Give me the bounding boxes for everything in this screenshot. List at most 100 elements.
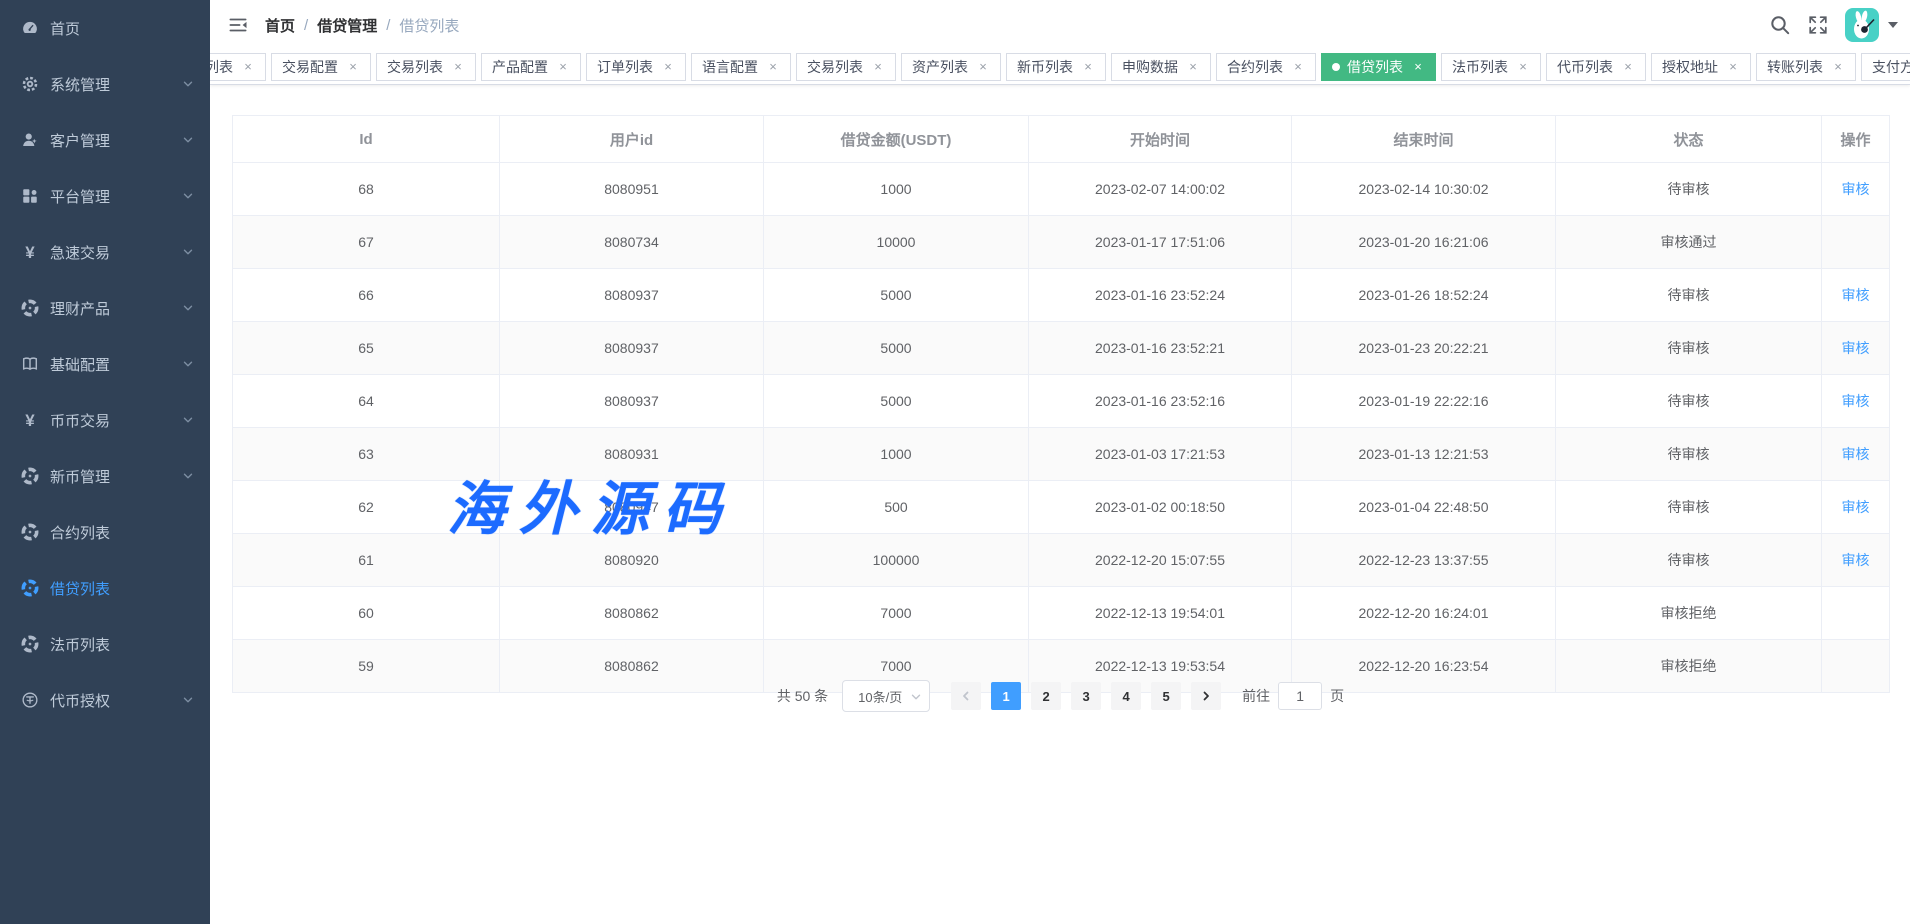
avatar[interactable] (1845, 8, 1879, 42)
page-button-2[interactable]: 2 (1031, 682, 1061, 710)
close-icon[interactable]: × (661, 60, 675, 74)
hamburger-icon[interactable] (228, 15, 248, 35)
breadcrumb-item-1[interactable]: 借贷管理 (317, 15, 377, 36)
yen-icon: ¥ (20, 242, 40, 262)
chevron-down-icon (182, 414, 194, 426)
page-button-4[interactable]: 4 (1111, 682, 1141, 710)
close-icon[interactable]: × (1411, 60, 1425, 74)
tab-0[interactable]: 单列表× (210, 53, 266, 81)
jump-page-input[interactable] (1278, 682, 1322, 710)
review-link[interactable]: 审核 (1842, 499, 1870, 515)
sidebar-item-8[interactable]: 新币管理 (0, 448, 210, 504)
review-link[interactable]: 审核 (1842, 552, 1870, 568)
close-icon[interactable]: × (1831, 60, 1845, 74)
breadcrumb-separator: / (304, 17, 308, 34)
review-link[interactable]: 审核 (1842, 181, 1870, 197)
page-size-select[interactable]: 10条/页 (842, 680, 930, 712)
tab-11[interactable]: 借贷列表 × (1321, 53, 1436, 81)
page-button-3[interactable]: 3 (1071, 682, 1101, 710)
cell-user_id: 8080937 (500, 322, 764, 375)
cell-start_time: 2023-01-17 17:51:06 (1029, 216, 1292, 269)
sidebar-item-9[interactable]: 合约列表 (0, 504, 210, 560)
tab-9[interactable]: 申购数据× (1111, 53, 1211, 81)
close-icon[interactable]: × (556, 60, 570, 74)
tab-label: 产品配置 (492, 57, 548, 77)
cell-start_time: 2023-02-07 14:00:02 (1029, 163, 1292, 216)
tab-14[interactable]: 授权地址× (1651, 53, 1751, 81)
close-icon[interactable]: × (1186, 60, 1200, 74)
tab-10[interactable]: 合约列表× (1216, 53, 1316, 81)
dashboard-icon (20, 18, 40, 38)
chevron-down-icon (182, 358, 194, 370)
review-link[interactable]: 审核 (1842, 446, 1870, 462)
close-icon[interactable]: × (766, 60, 780, 74)
close-icon[interactable]: × (241, 60, 255, 74)
cell-end_time: 2023-01-23 20:22:21 (1292, 322, 1556, 375)
tab-4[interactable]: 订单列表× (586, 53, 686, 81)
cell-amount: 5000 (764, 269, 1029, 322)
sidebar-item-2[interactable]: 客户管理 (0, 112, 210, 168)
tab-1[interactable]: 交易配置× (271, 53, 371, 81)
tab-15[interactable]: 转账列表× (1756, 53, 1856, 81)
fullscreen-icon[interactable] (1807, 14, 1829, 36)
sidebar-item-label: 客户管理 (50, 130, 110, 151)
tab-12[interactable]: 法币列表× (1441, 53, 1541, 81)
page-jump: 前往 页 (1242, 682, 1344, 710)
sidebar-item-5[interactable]: 理财产品 (0, 280, 210, 336)
sidebar-item-12[interactable]: 代币授权 (0, 672, 210, 728)
close-icon[interactable]: × (871, 60, 885, 74)
tab-label: 交易列表 (807, 57, 863, 77)
close-icon[interactable]: × (976, 60, 990, 74)
sidebar-item-7[interactable]: ¥币币交易 (0, 392, 210, 448)
sidebar-item-4[interactable]: ¥急速交易 (0, 224, 210, 280)
tab-5[interactable]: 语言配置× (691, 53, 791, 81)
close-icon[interactable]: × (346, 60, 360, 74)
caret-down-icon[interactable] (1888, 22, 1898, 28)
close-icon[interactable]: × (1516, 60, 1530, 74)
close-icon[interactable]: × (1291, 60, 1305, 74)
table-row: 6280809475002023-01-02 00:18:502023-01-0… (233, 481, 1890, 534)
close-icon[interactable]: × (1081, 60, 1095, 74)
tab-13[interactable]: 代币列表× (1546, 53, 1646, 81)
close-icon[interactable]: × (1621, 60, 1635, 74)
tab-6[interactable]: 交易列表 × (796, 53, 896, 81)
sidebar-item-10[interactable]: 借贷列表 (0, 560, 210, 616)
tab-label: 新币列表 (1017, 57, 1073, 77)
review-link[interactable]: 审核 (1842, 287, 1870, 303)
cell-end_time: 2022-12-23 13:37:55 (1292, 534, 1556, 587)
tab-16[interactable]: 支付方式× (1861, 53, 1910, 81)
sidebar-item-11[interactable]: 法币列表 (0, 616, 210, 672)
sidebar-item-6[interactable]: 基础配置 (0, 336, 210, 392)
tab-3[interactable]: 产品配置 × (481, 53, 581, 81)
next-page-button[interactable] (1191, 682, 1221, 710)
sidebar-item-1[interactable]: 系统管理 (0, 56, 210, 112)
cell-status: 待审核 (1556, 163, 1822, 216)
cell-id: 61 (233, 534, 500, 587)
chevron-down-icon (910, 691, 922, 703)
review-link[interactable]: 审核 (1842, 393, 1870, 409)
page-button-1[interactable]: 1 (991, 682, 1021, 710)
sidebar-item-0[interactable]: 首页 (0, 0, 210, 56)
tab-8[interactable]: 新币列表 × (1006, 53, 1106, 81)
sidebar-item-3[interactable]: 平台管理 (0, 168, 210, 224)
table-row: 65808093750002023-01-16 23:52:212023-01-… (233, 322, 1890, 375)
table-row: 68808095110002023-02-07 14:00:022023-02-… (233, 163, 1890, 216)
table-row: 66808093750002023-01-16 23:52:242023-01-… (233, 269, 1890, 322)
page-button-5[interactable]: 5 (1151, 682, 1181, 710)
tab-label: 借贷列表 (1347, 57, 1403, 77)
close-icon[interactable]: × (1726, 60, 1740, 74)
chevron-down-icon (182, 134, 194, 146)
sidebar-menu: 首页系统管理客户管理平台管理¥急速交易理财产品基础配置¥币币交易新币管理合约列表… (0, 0, 210, 728)
tether-icon (20, 690, 40, 710)
review-link[interactable]: 审核 (1842, 340, 1870, 356)
tab-7[interactable]: 资产列表× (901, 53, 1001, 81)
cell-action: 审核 (1822, 163, 1890, 216)
tab-2[interactable]: 交易列表× (376, 53, 476, 81)
cell-id: 62 (233, 481, 500, 534)
breadcrumb-item-0[interactable]: 首页 (265, 15, 295, 36)
search-icon[interactable] (1769, 14, 1791, 36)
sidebar-item-label: 新币管理 (50, 466, 110, 487)
cell-id: 63 (233, 428, 500, 481)
close-icon[interactable]: × (451, 60, 465, 74)
prev-page-button[interactable] (951, 682, 981, 710)
